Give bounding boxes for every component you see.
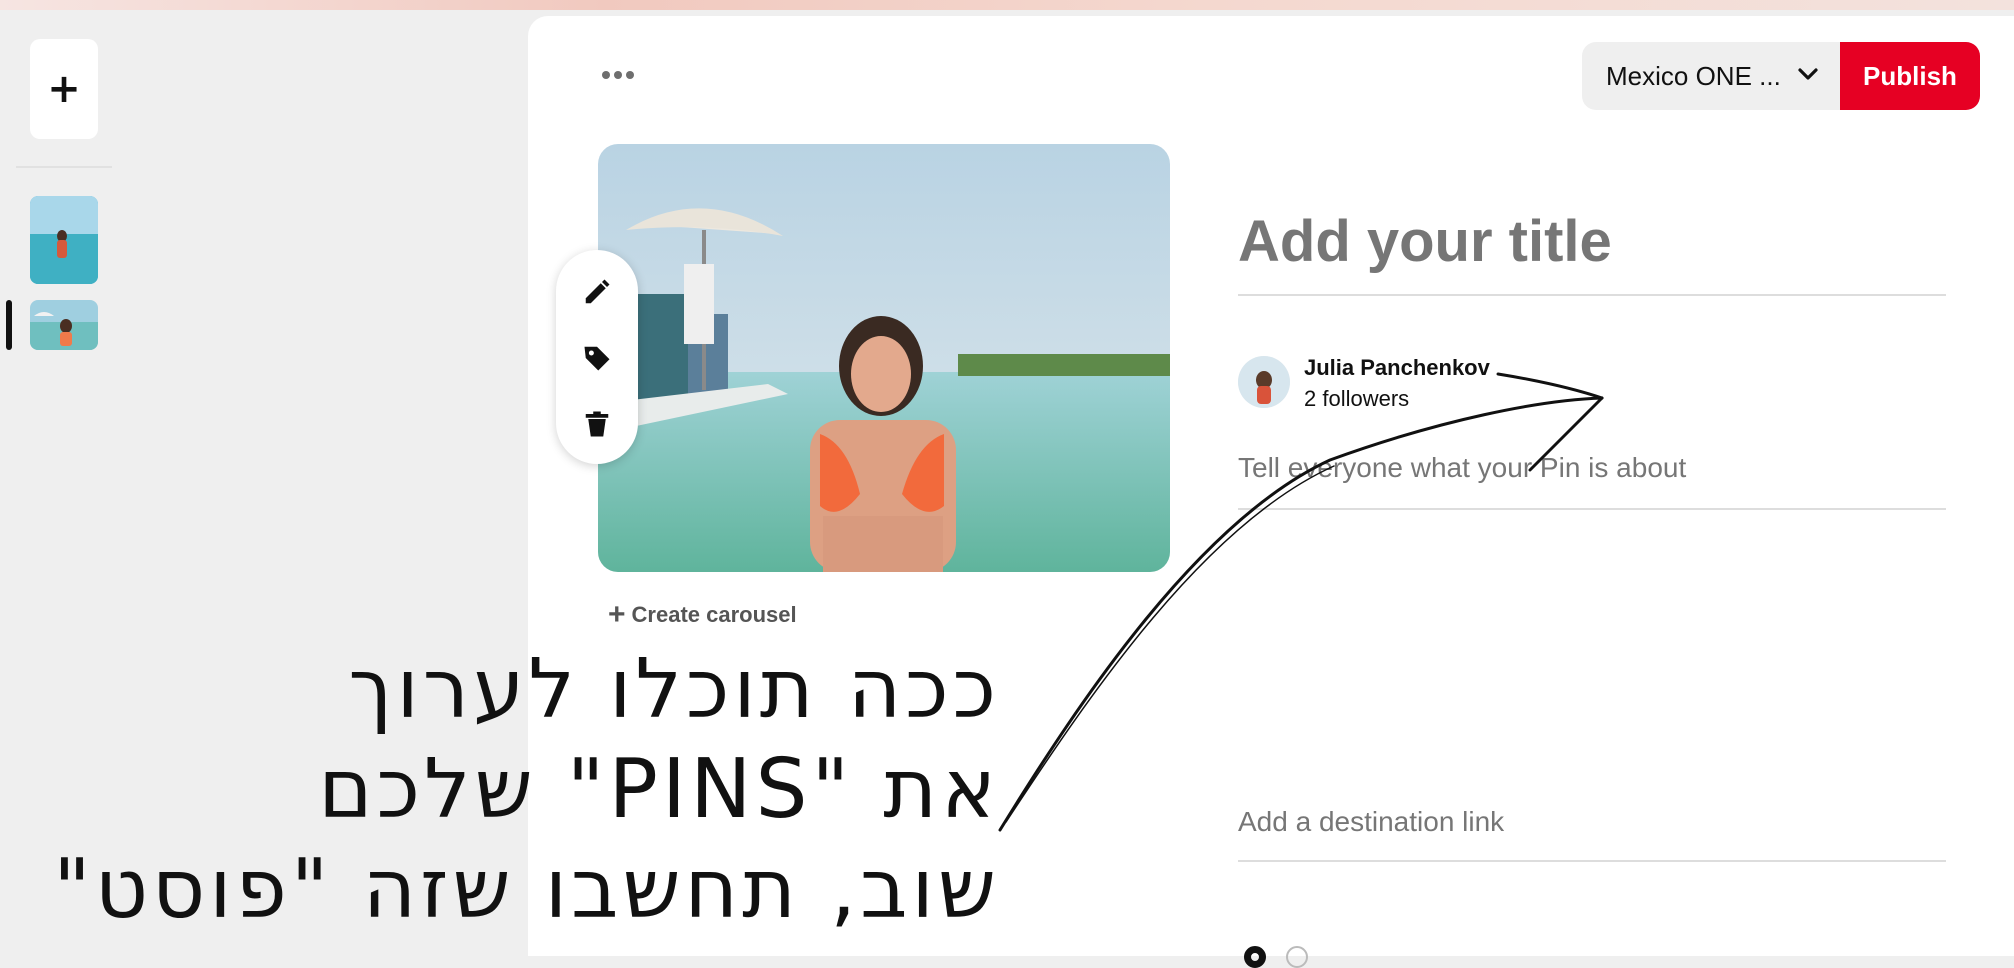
overlay-line-2: את "PINS" שלכם — [318, 742, 1000, 837]
draft-thumbnail-2[interactable] — [30, 300, 98, 350]
plus-icon: + — [608, 598, 626, 631]
overlay-line-3: שוב, תחשבו שזה "פוסט" — [53, 842, 1000, 937]
author-followers: 2 followers — [1304, 386, 1410, 411]
destination-link-input[interactable]: Add a destination link — [1238, 806, 1946, 862]
create-carousel-link[interactable]: + Create carousel — [608, 600, 797, 630]
avatar — [1238, 356, 1290, 408]
add-pin-button[interactable]: + — [30, 39, 98, 139]
title-input[interactable]: Add your title — [1238, 204, 1946, 296]
board-selector[interactable]: Mexico ONE ... — [1582, 42, 1842, 110]
draft-thumbnail-1[interactable] — [30, 196, 98, 284]
publish-immediately-radio[interactable] — [1244, 946, 1266, 968]
chevron-down-icon — [1798, 68, 1818, 80]
edit-pencil-icon[interactable] — [575, 270, 619, 314]
board-selector-value: Mexico ONE ... — [1606, 60, 1781, 91]
pin-image — [598, 144, 1170, 572]
publish-later-radio[interactable] — [1286, 946, 1308, 968]
create-carousel-label: Create carousel — [631, 602, 797, 627]
tag-icon[interactable] — [575, 336, 619, 380]
publish-timing-options — [1244, 946, 1308, 968]
hebrew-overlay-caption: ככה תוכלו לערוך את "PINS" שלכם שוב, תחשב… — [53, 640, 1000, 940]
trash-icon[interactable] — [575, 402, 619, 446]
sidebar-divider — [16, 166, 112, 168]
publish-button[interactable]: Publish — [1840, 42, 1980, 110]
author-name: Julia Panchenkov — [1304, 355, 1490, 380]
active-draft-indicator — [6, 300, 12, 350]
top-banner-strip — [0, 0, 2014, 10]
overlay-line-1: ככה תוכלו לערוך — [348, 642, 1000, 737]
description-input[interactable]: Tell everyone what your Pin is about — [1238, 452, 1946, 510]
more-options-icon[interactable] — [598, 58, 638, 92]
plus-icon: + — [47, 66, 81, 112]
image-tools-toolbar — [556, 250, 638, 464]
